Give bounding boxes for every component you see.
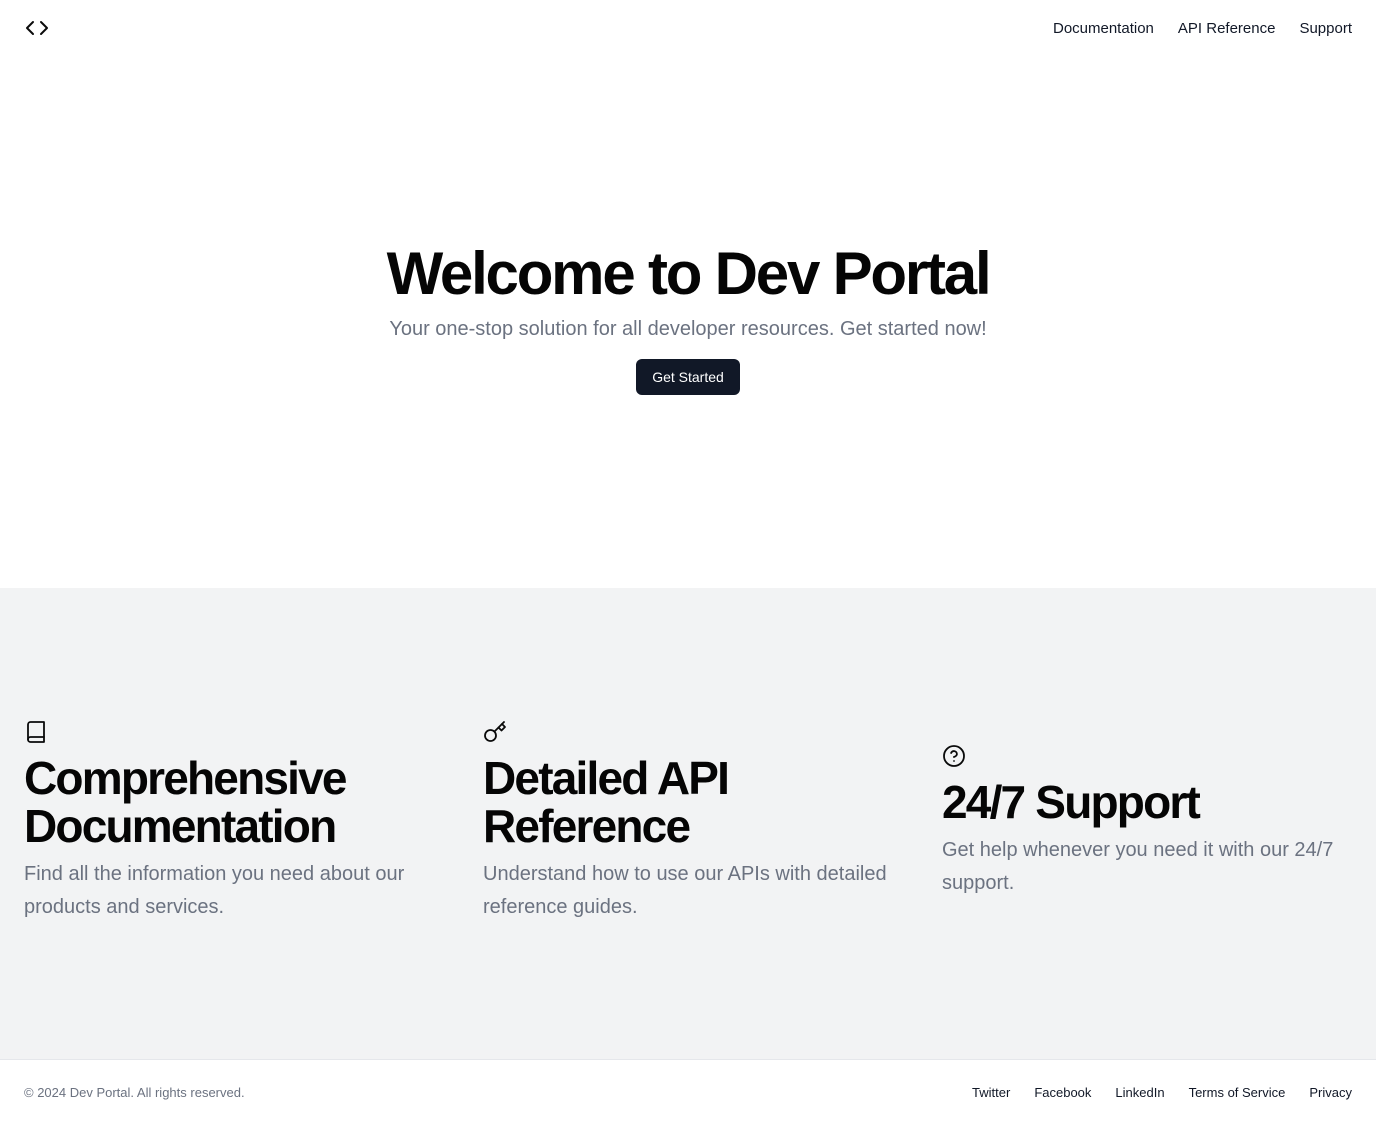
hero-section: Welcome to Dev Portal Your one-stop solu… (0, 56, 1376, 588)
nav-link-api-reference[interactable]: API Reference (1178, 20, 1276, 37)
main-nav: Documentation API Reference Support (1053, 20, 1352, 37)
site-header: Documentation API Reference Support (0, 0, 1376, 56)
key-icon (481, 718, 509, 746)
footer-link-terms[interactable]: Terms of Service (1189, 1085, 1286, 1100)
hero-title: Welcome to Dev Portal (386, 239, 992, 307)
feature-title: Detailed API Reference (483, 752, 730, 852)
feature-description: Find all the information you need about … (24, 863, 405, 918)
features-section: Comprehensive Documentation Find all the… (0, 588, 1376, 1059)
nav-link-support[interactable]: Support (1299, 20, 1352, 37)
site-footer: © 2024 Dev Portal. All rights reserved. … (0, 1059, 1376, 1124)
footer-links: Twitter Facebook LinkedIn Terms of Servi… (972, 1085, 1352, 1100)
footer-link-privacy[interactable]: Privacy (1309, 1085, 1352, 1100)
footer-link-twitter[interactable]: Twitter (972, 1085, 1010, 1100)
code-brackets-icon (26, 21, 48, 35)
logo-link[interactable] (24, 15, 50, 41)
footer-link-linkedin[interactable]: LinkedIn (1115, 1085, 1164, 1100)
nav-link-documentation[interactable]: Documentation (1053, 20, 1154, 37)
feature-api-reference: Detailed API Reference Understand how to… (483, 718, 903, 924)
book-icon (22, 718, 50, 746)
copyright-text: © 2024 Dev Portal. All rights reserved. (24, 1084, 245, 1100)
feature-documentation: Comprehensive Documentation Find all the… (24, 718, 444, 924)
feature-description: Understand how to use our APIs with deta… (483, 863, 887, 918)
footer-link-facebook[interactable]: Facebook (1034, 1085, 1091, 1100)
hero-subtitle: Your one-stop solution for all developer… (389, 317, 987, 340)
feature-title: 24/7 Support (942, 776, 1201, 828)
help-circle-icon (940, 742, 968, 770)
feature-description: Get help whenever you need it with our 2… (942, 839, 1334, 894)
get-started-button[interactable]: Get Started (636, 358, 740, 395)
feature-title: Comprehensive Documentation (24, 752, 348, 852)
feature-support: 24/7 Support Get help whenever you need … (942, 742, 1342, 900)
